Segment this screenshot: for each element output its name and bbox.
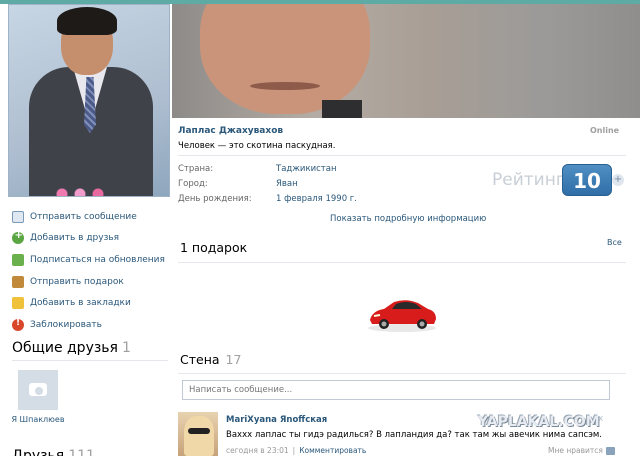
wall-count: 17 [225, 352, 242, 367]
info-value-country[interactable]: Таджикистан [276, 164, 337, 174]
post-meta: сегодня в 23:01 | Комментировать [226, 446, 366, 455]
camera-icon [29, 383, 47, 396]
separator: | [292, 446, 296, 455]
common-friends-count: 1 [121, 340, 131, 356]
wall-title: Стена [180, 352, 220, 367]
action-label: Добавить в друзья [30, 233, 120, 244]
divider [178, 262, 626, 263]
info-label-country: Страна: [178, 164, 214, 174]
subscribe-icon [12, 253, 24, 266]
friend-name[interactable]: Я Шпаклюев [8, 414, 68, 425]
like-button[interactable]: Мне нравится [548, 446, 615, 455]
divider [178, 373, 626, 374]
common-friends-title: Общие друзья [12, 340, 118, 356]
gifts-title[interactable]: 1 подарок [180, 240, 247, 255]
rating-badge[interactable]: 10 [562, 164, 612, 196]
cover-mouth [250, 82, 320, 90]
like-label: Мне нравится [548, 446, 603, 455]
comment-link[interactable]: Комментировать [299, 446, 366, 455]
online-status: Online [590, 126, 620, 135]
profile-status[interactable]: Человек — это скотина паскудная. [178, 141, 336, 151]
show-more-info-link[interactable]: Показать подробную информацию [330, 214, 486, 224]
profile-actions: Отправить сообщение Добавить в друзья По… [12, 206, 172, 336]
rating-label: Рейтинг [492, 170, 565, 190]
send-gift-link[interactable]: Отправить подарок [12, 271, 172, 293]
profile-name: Лаплас Джахувахов [178, 126, 284, 136]
bookmark-icon [12, 297, 24, 310]
friends-title: Друзья [12, 448, 65, 456]
rating-plus-button[interactable]: + [612, 174, 624, 186]
thumbs-up-icon [605, 447, 615, 455]
post-text: Вахxх лаплас ты гидэ радилься? В лапланд… [226, 430, 603, 440]
gifts-all-link[interactable]: Все [607, 238, 622, 247]
add-friend-icon [12, 230, 24, 245]
watermark: YAPLAKAL.COM [478, 414, 600, 430]
info-label-birthday: День рождения: [178, 194, 252, 204]
gift-icon [12, 275, 24, 288]
block-icon [12, 318, 24, 331]
gift-car-image[interactable] [366, 294, 438, 334]
profile-avatar[interactable] [8, 4, 170, 197]
friends-count: 111 [68, 448, 95, 456]
send-message-link[interactable]: Отправить сообщение [12, 206, 172, 228]
avatar-hair [57, 7, 117, 35]
wall-post-input[interactable] [182, 380, 610, 400]
action-label: Подписаться на обновления [30, 254, 165, 265]
divider [178, 155, 626, 156]
common-friends-header[interactable]: Общие друзья 1 [12, 340, 131, 356]
info-value-city[interactable]: Яван [276, 179, 298, 189]
info-label-city: Город: [178, 179, 208, 189]
add-bookmark-link[interactable]: Добавить в закладки [12, 292, 172, 314]
friend-avatar[interactable] [18, 370, 58, 410]
cover-face [200, 4, 370, 114]
action-label: Заблокировать [30, 319, 102, 330]
info-value-birthday[interactable]: 1 февраля 1990 г. [276, 194, 357, 204]
post-time[interactable]: сегодня в 23:01 [226, 446, 289, 455]
avatar-flowers [53, 187, 113, 196]
action-label: Отправить подарок [30, 276, 124, 287]
action-label: Добавить в закладки [30, 298, 131, 309]
wall-header[interactable]: Стена 17 [180, 352, 241, 367]
add-friend-link[interactable]: Добавить в друзья [12, 228, 172, 250]
friends-header[interactable]: Друзья 111 [12, 448, 95, 456]
post-author-name[interactable]: MariХуana Яnoffская [226, 415, 327, 425]
subscribe-link[interactable]: Подписаться на обновления [12, 249, 172, 271]
action-label: Отправить сообщение [30, 211, 137, 222]
post-author-avatar[interactable] [178, 412, 218, 456]
message-icon [12, 210, 24, 223]
divider [12, 360, 168, 361]
cover-photo [172, 4, 640, 118]
cover-collar [322, 100, 362, 118]
block-link[interactable]: Заблокировать [12, 314, 172, 336]
